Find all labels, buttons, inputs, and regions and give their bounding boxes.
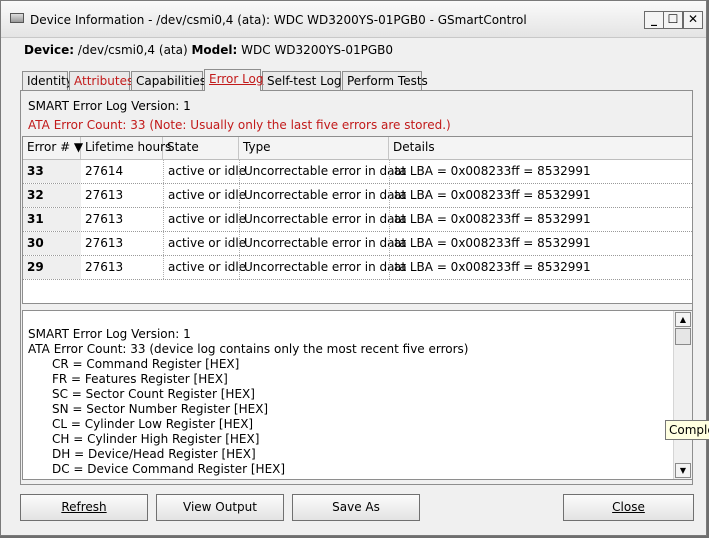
device-value: /dev/csmi0,4 (ata) bbox=[77, 43, 188, 57]
error-count-warning: ATA Error Count: 33 (Note: Usually only … bbox=[28, 118, 451, 132]
lifetime-hours: 27613 bbox=[85, 236, 124, 250]
minimize-button[interactable]: _ bbox=[644, 11, 664, 29]
model-value: WDC WD3200YS-01PGB0 bbox=[241, 43, 394, 57]
text-line: DC = Device Command Register [HEX] bbox=[52, 462, 286, 476]
save-as-label: Save As bbox=[332, 500, 380, 514]
save-as-button[interactable]: Save As bbox=[292, 494, 420, 521]
error-state: active or idle bbox=[163, 232, 246, 255]
table-row[interactable]: 32 27613 active or idle Uncorrectable er… bbox=[23, 184, 692, 208]
model-label: Model: bbox=[191, 43, 238, 57]
table-row[interactable]: 33 27614 active or idle Uncorrectable er… bbox=[23, 160, 692, 184]
scroll-thumb[interactable] bbox=[675, 328, 691, 345]
tab-capabilities[interactable]: Capabilities bbox=[131, 71, 206, 90]
table-header: Error # ▼ Lifetime hours State Type Deta… bbox=[23, 137, 692, 160]
device-info-line: Device: /dev/csmi0,4 (ata) Model: WDC WD… bbox=[24, 43, 393, 57]
tab-label: Capabilities bbox=[136, 74, 206, 88]
error-table[interactable]: Error # ▼ Lifetime hours State Type Deta… bbox=[22, 136, 693, 304]
error-number: 29 bbox=[23, 256, 81, 279]
column-header-type[interactable]: Type bbox=[239, 137, 389, 159]
tab-error-log[interactable]: Error Log bbox=[204, 69, 264, 91]
text-line: FR = Features Register [HEX] bbox=[52, 372, 228, 386]
text-line: CH = Cylinder High Register [HEX] bbox=[52, 432, 260, 446]
table-row[interactable]: 29 27613 active or idle Uncorrectable er… bbox=[23, 256, 692, 280]
error-state: active or idle bbox=[163, 184, 246, 207]
tab-identity[interactable]: Identity bbox=[22, 71, 73, 90]
column-header-lifetime-hours[interactable]: Lifetime hours bbox=[81, 137, 171, 159]
error-number: 32 bbox=[23, 184, 81, 207]
maximize-button[interactable]: ☐ bbox=[663, 11, 683, 29]
drive-icon bbox=[10, 13, 24, 23]
error-state: active or idle bbox=[163, 160, 246, 183]
error-type: Uncorrectable error in data bbox=[239, 208, 407, 231]
table-row[interactable]: 30 27613 active or idle Uncorrectable er… bbox=[23, 232, 692, 256]
error-type: Uncorrectable error in data bbox=[239, 184, 407, 207]
view-output-label: View Output bbox=[183, 500, 257, 514]
error-type: Uncorrectable error in data bbox=[239, 160, 407, 183]
text-line: SN = Sector Number Register [HEX] bbox=[52, 402, 269, 416]
lifetime-hours: 27614 bbox=[85, 164, 124, 178]
text-line: ATA Error Count: 33 (device log contains… bbox=[28, 342, 469, 356]
lifetime-hours: 27613 bbox=[85, 260, 124, 274]
tab-label: Identity bbox=[27, 74, 73, 88]
device-label: Device: bbox=[24, 43, 75, 57]
error-details: at LBA = 0x008233ff = 8532991 bbox=[389, 208, 692, 231]
scroll-down-arrow-icon[interactable]: ▼ bbox=[675, 463, 691, 478]
text-line: SMART Error Log Version: 1 bbox=[28, 327, 191, 341]
tab-label: Perform Tests bbox=[347, 74, 428, 88]
error-details: at LBA = 0x008233ff = 8532991 bbox=[389, 256, 692, 279]
scroll-up-arrow-icon[interactable]: ▲ bbox=[675, 312, 691, 327]
text-line: CR = Command Register [HEX] bbox=[52, 357, 240, 371]
title-bar[interactable]: Device Information - /dev/csmi0,4 (ata):… bbox=[1, 1, 706, 38]
table-row[interactable]: 31 27613 active or idle Uncorrectable er… bbox=[23, 208, 692, 232]
tab-label: Error Log bbox=[209, 72, 264, 86]
error-log-version: SMART Error Log Version: 1 bbox=[28, 99, 191, 113]
device-info-window: Device Information - /dev/csmi0,4 (ata):… bbox=[0, 0, 707, 536]
tab-perform-tests[interactable]: Perform Tests bbox=[342, 71, 428, 90]
error-type: Uncorrectable error in data bbox=[239, 256, 407, 279]
error-type: Uncorrectable error in data bbox=[239, 232, 407, 255]
error-log-text: SMART Error Log Version: 1 ATA Error Cou… bbox=[28, 327, 468, 477]
error-details: at LBA = 0x008233ff = 8532991 bbox=[389, 184, 692, 207]
text-line: CL = Cylinder Low Register [HEX] bbox=[52, 417, 254, 431]
column-header-details[interactable]: Details bbox=[389, 137, 692, 159]
error-number: 33 bbox=[23, 160, 81, 183]
tab-self-test-logs[interactable]: Self-test Logs bbox=[262, 71, 348, 90]
window-title: Device Information - /dev/csmi0,4 (ata):… bbox=[30, 13, 527, 27]
lifetime-hours: 27613 bbox=[85, 212, 124, 226]
column-header-state[interactable]: State bbox=[163, 137, 239, 159]
error-details: at LBA = 0x008233ff = 8532991 bbox=[389, 160, 692, 183]
refresh-button[interactable]: Refresh bbox=[20, 494, 148, 521]
column-header-error-number[interactable]: Error # ▼ bbox=[23, 137, 83, 159]
error-number: 30 bbox=[23, 232, 81, 255]
text-line: SC = Sector Count Register [HEX] bbox=[52, 387, 255, 401]
tab-label: Attributes bbox=[74, 74, 134, 88]
error-state: active or idle bbox=[163, 208, 246, 231]
view-output-button[interactable]: View Output bbox=[156, 494, 284, 521]
tab-label: Self-test Logs bbox=[267, 74, 348, 88]
error-details: at LBA = 0x008233ff = 8532991 bbox=[389, 232, 692, 255]
refresh-label: Refresh bbox=[61, 500, 107, 514]
tab-attributes[interactable]: Attributes bbox=[69, 71, 134, 90]
error-number: 31 bbox=[23, 208, 81, 231]
lifetime-hours: 27613 bbox=[85, 188, 124, 202]
text-line: DH = Device/Head Register [HEX] bbox=[52, 447, 256, 461]
close-button[interactable]: Close bbox=[563, 494, 694, 521]
close-window-button[interactable]: ✕ bbox=[683, 11, 703, 29]
close-label: Close bbox=[612, 500, 645, 514]
error-log-text-view[interactable]: SMART Error Log Version: 1 ATA Error Cou… bbox=[22, 310, 693, 480]
vertical-scrollbar[interactable]: ▲ ▼ bbox=[673, 311, 692, 479]
tooltip: Comple bbox=[665, 420, 709, 440]
error-state: active or idle bbox=[163, 256, 246, 279]
